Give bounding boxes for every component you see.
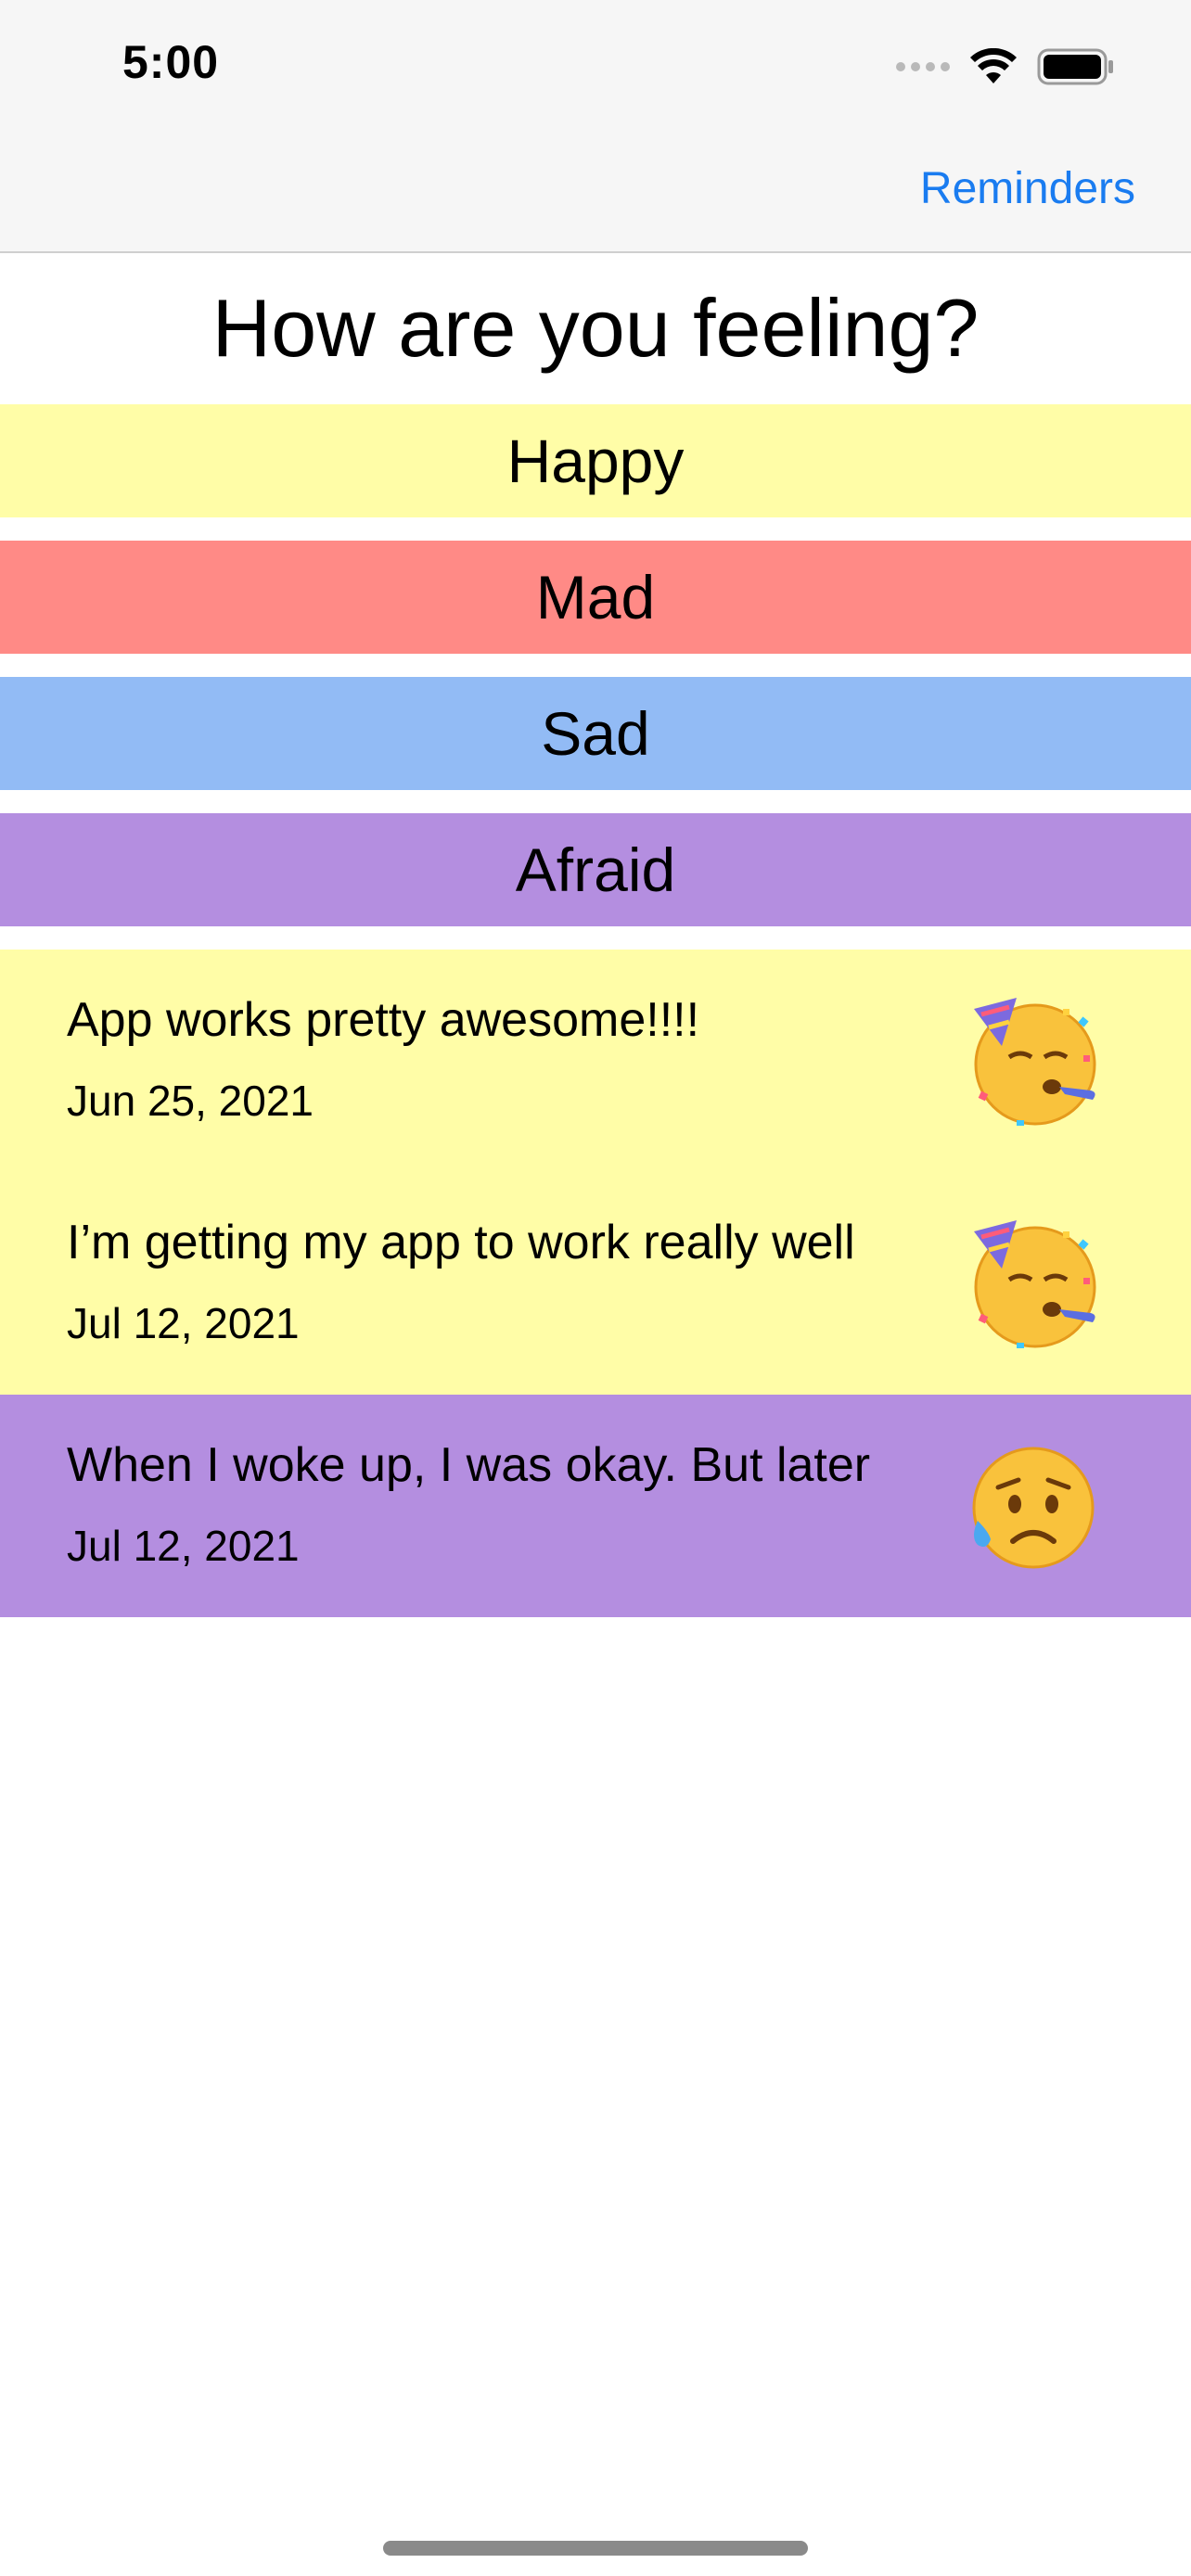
mood-button-afraid[interactable]: Afraid: [0, 813, 1191, 926]
status-time: 5:00: [122, 36, 220, 88]
navigation-bar: 5:00 Reminders: [0, 0, 1191, 253]
partying-face-icon: [974, 1220, 1096, 1348]
sad-but-relieved-face-icon: [972, 1447, 1095, 1569]
reminders-button[interactable]: Reminders: [920, 163, 1135, 214]
mood-button-mad[interactable]: Mad: [0, 541, 1191, 654]
list-item[interactable]: App works pretty awesome!!!! Jun 25, 202…: [0, 950, 1191, 1172]
partying-face-icon: [974, 998, 1096, 1126]
entry-date: Jun 25, 2021: [67, 1077, 314, 1125]
entry-text: I’m getting my app to work really well: [67, 1216, 855, 1269]
list-item[interactable]: When I woke up, I was okay. But later Ju…: [0, 1395, 1191, 1617]
entry-date: Jul 12, 2021: [67, 1299, 300, 1347]
entry-text: App works pretty awesome!!!!: [67, 993, 700, 1047]
status-icons: [896, 41, 1115, 93]
list-item[interactable]: I’m getting my app to work really well J…: [0, 1172, 1191, 1395]
mood-button-sad[interactable]: Sad: [0, 677, 1191, 790]
battery-icon: [1037, 48, 1113, 85]
home-indicator[interactable]: [383, 2541, 808, 2556]
entry-list: App works pretty awesome!!!! Jun 25, 202…: [0, 950, 1191, 1617]
mood-button-happy[interactable]: Happy: [0, 404, 1191, 517]
entry-date: Jul 12, 2021: [67, 1522, 300, 1570]
page-title: How are you feeling?: [211, 282, 980, 374]
wifi-icon: [970, 48, 1017, 83]
entry-text: When I woke up, I was okay. But later: [67, 1438, 871, 1492]
cellular-signal-icon: [896, 62, 950, 71]
